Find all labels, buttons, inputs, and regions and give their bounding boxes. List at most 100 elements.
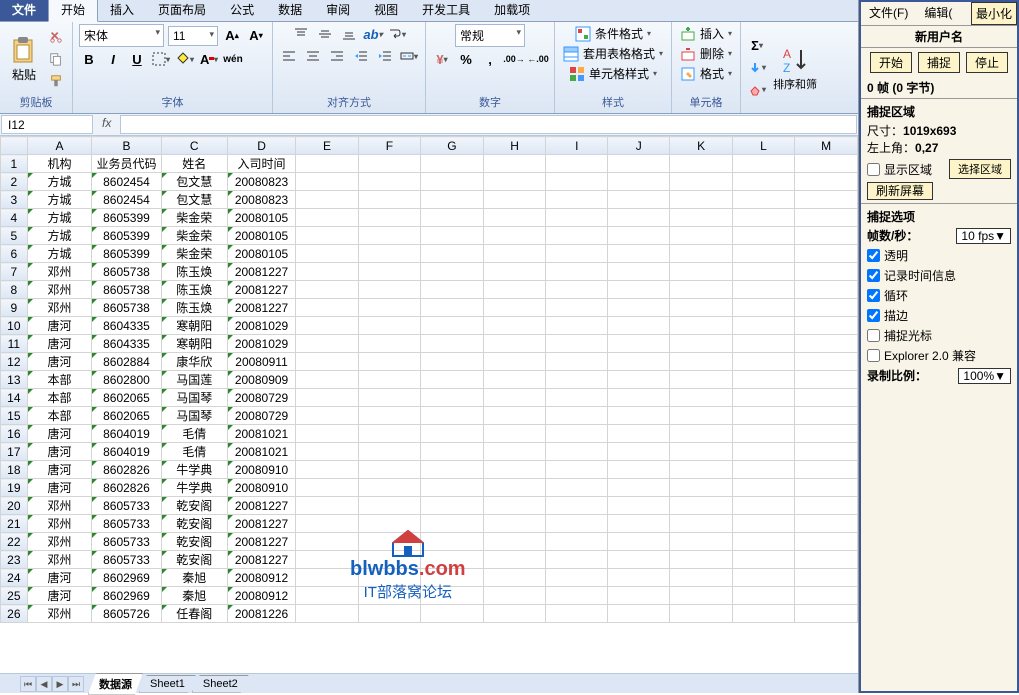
cell[interactable]	[358, 263, 420, 281]
cell[interactable]	[670, 245, 732, 263]
row-header[interactable]: 2	[1, 173, 28, 191]
cell[interactable]	[483, 425, 546, 443]
cell[interactable]: 8602826	[92, 479, 161, 497]
cell[interactable]	[795, 335, 858, 353]
cell[interactable]: 唐河	[27, 479, 92, 497]
row-header[interactable]: 15	[1, 407, 28, 425]
cell[interactable]	[358, 407, 420, 425]
cell[interactable]: 乾安阁	[161, 551, 227, 569]
row-header[interactable]: 25	[1, 587, 28, 605]
copy-button[interactable]	[46, 49, 66, 69]
cell[interactable]	[483, 533, 546, 551]
cell[interactable]: 8602826	[92, 461, 161, 479]
cell[interactable]: 20080910	[227, 479, 295, 497]
cell[interactable]	[296, 533, 358, 551]
cell[interactable]	[421, 587, 484, 605]
cell[interactable]	[483, 227, 546, 245]
cell[interactable]	[608, 191, 670, 209]
spreadsheet-grid[interactable]: ABCDEFGHIJKLM1机构业务员代码姓名入司时间2方城8602454包文慧…	[0, 136, 858, 673]
cell[interactable]	[546, 281, 608, 299]
cell[interactable]	[296, 173, 358, 191]
cell[interactable]	[546, 479, 608, 497]
cell[interactable]	[732, 263, 794, 281]
fx-icon[interactable]: fx	[94, 114, 119, 135]
cell[interactable]	[421, 317, 484, 335]
cell[interactable]	[732, 227, 794, 245]
cell[interactable]: 任春阁	[161, 605, 227, 623]
cell[interactable]	[546, 515, 608, 533]
row-header[interactable]: 20	[1, 497, 28, 515]
ie-compat-check[interactable]	[867, 349, 880, 362]
cell[interactable]	[795, 173, 858, 191]
row-header[interactable]: 8	[1, 281, 28, 299]
cell[interactable]: 秦旭	[161, 587, 227, 605]
cell[interactable]	[670, 407, 732, 425]
cell[interactable]: 秦旭	[161, 569, 227, 587]
cell[interactable]	[483, 497, 546, 515]
cell[interactable]	[670, 443, 732, 461]
col-header[interactable]: C	[161, 137, 227, 155]
cell[interactable]	[608, 209, 670, 227]
cell[interactable]	[546, 461, 608, 479]
cell[interactable]	[732, 299, 794, 317]
cell[interactable]: 20081029	[227, 335, 295, 353]
align-right-button[interactable]	[327, 46, 347, 66]
cell[interactable]: 牛学典	[161, 479, 227, 497]
indent-dec-button[interactable]	[351, 46, 371, 66]
cell[interactable]	[421, 353, 484, 371]
cell[interactable]: 本部	[27, 371, 92, 389]
cell[interactable]	[795, 533, 858, 551]
cell[interactable]	[732, 551, 794, 569]
cell[interactable]: 8605399	[92, 227, 161, 245]
cell[interactable]: 邓州	[27, 497, 92, 515]
col-header[interactable]: I	[546, 137, 608, 155]
row-header[interactable]: 26	[1, 605, 28, 623]
cell[interactable]	[296, 281, 358, 299]
cell[interactable]	[670, 317, 732, 335]
cell[interactable]: 8602884	[92, 353, 161, 371]
sheet-tab-2[interactable]: Sheet2	[192, 675, 249, 693]
cell[interactable]	[483, 191, 546, 209]
cell[interactable]	[483, 587, 546, 605]
cell[interactable]	[296, 155, 358, 173]
cell[interactable]: 20080105	[227, 245, 295, 263]
cell[interactable]: 姓名	[161, 155, 227, 173]
col-header[interactable]: B	[92, 137, 161, 155]
cell[interactable]	[421, 281, 484, 299]
cell[interactable]	[732, 317, 794, 335]
cell[interactable]	[732, 569, 794, 587]
cell[interactable]	[421, 155, 484, 173]
cell[interactable]	[608, 335, 670, 353]
cell[interactable]: 8602065	[92, 407, 161, 425]
row-header[interactable]: 12	[1, 353, 28, 371]
cell[interactable]	[608, 155, 670, 173]
cell[interactable]: 方城	[27, 245, 92, 263]
border-button[interactable]	[151, 49, 171, 69]
cell[interactable]: 入司时间	[227, 155, 295, 173]
cell[interactable]: 方城	[27, 191, 92, 209]
cell[interactable]	[483, 479, 546, 497]
cell[interactable]: 唐河	[27, 443, 92, 461]
cell[interactable]	[670, 587, 732, 605]
cell[interactable]	[296, 227, 358, 245]
cell[interactable]	[483, 353, 546, 371]
cell[interactable]: 邓州	[27, 605, 92, 623]
cell[interactable]	[670, 551, 732, 569]
cell[interactable]	[546, 155, 608, 173]
cell[interactable]	[483, 299, 546, 317]
cell[interactable]	[421, 569, 484, 587]
font-size-select[interactable]: 11	[168, 26, 218, 46]
name-box[interactable]: I12	[1, 115, 93, 134]
cell[interactable]: 邓州	[27, 299, 92, 317]
orientation-button[interactable]: ab	[363, 24, 383, 44]
panel-capture-button[interactable]: 捕捉	[918, 52, 960, 73]
cell[interactable]: 业务员代码	[92, 155, 161, 173]
dec-inc-button[interactable]: .00→	[504, 49, 524, 69]
cell[interactable]: 乾安阁	[161, 533, 227, 551]
cell[interactable]	[608, 227, 670, 245]
cell[interactable]	[732, 389, 794, 407]
cell[interactable]: 8605726	[92, 605, 161, 623]
cell[interactable]	[670, 227, 732, 245]
cell[interactable]	[670, 461, 732, 479]
cell[interactable]	[358, 461, 420, 479]
